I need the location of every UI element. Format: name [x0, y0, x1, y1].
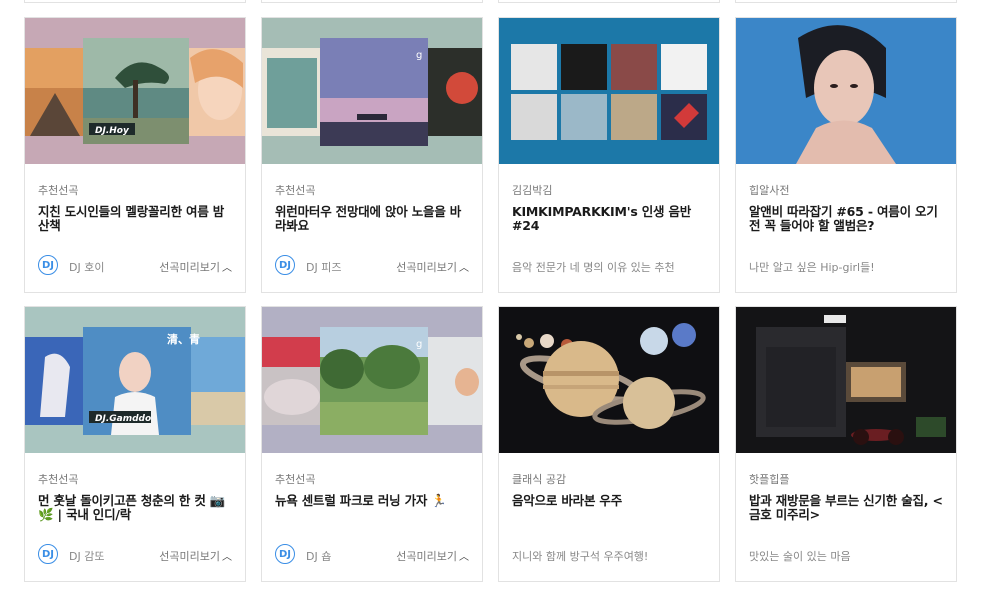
playlist-card[interactable]: DJ.Gamddo 清、青 추천선곡 먼 훗날 돌이키고픈 청춘의 한 컷 📷🌿…	[24, 306, 246, 582]
article-card[interactable]: 힙알사전 알앤비 따라잡기 #65 - 여름이 오기 전 꼭 들어야 할 앨범은…	[735, 17, 957, 293]
thumb-brand-mark: g	[416, 50, 422, 61]
card-title[interactable]: KIMKIMPARKKIM's 인생 음반 #24	[512, 205, 708, 233]
chevron-up-icon: ︿	[459, 263, 469, 274]
chevron-up-icon: ︿	[222, 552, 232, 563]
card-thumbnail[interactable]: DJ.Hoy	[25, 18, 245, 164]
preview-toggle-button[interactable]: 선곡미리보기 ︿	[159, 548, 232, 564]
prev-card-stub	[24, 0, 246, 3]
playlist-card[interactable]: g 추천선곡 위런마터우 전망대에 앉아 노을을 바라봐요 DJ DJ 피즈 선…	[261, 17, 483, 293]
playlist-card[interactable]: DJ.Hoy 추천선곡 지친 도시인들의 멜랑꼴리한 여름 밤 산책 DJ DJ…	[24, 17, 246, 293]
dj-avatar-icon: DJ	[38, 255, 58, 275]
card-thumbnail[interactable]: g	[262, 307, 482, 453]
thumb-cover-title: 清、青	[167, 332, 200, 346]
article-card[interactable]: 김김박김 KIMKIMPARKKIM's 인생 음반 #24 음악 전문가 네 …	[498, 17, 720, 293]
card-thumbnail[interactable]: g	[262, 18, 482, 164]
card-category: 추천선곡	[38, 473, 79, 486]
article-card[interactable]: 클래식 공감 음악으로 바라본 우주 지니와 함께 방구석 우주여행!	[498, 306, 720, 582]
card-title[interactable]: 위런마터우 전망대에 앉아 노을을 바라봐요	[275, 205, 471, 233]
article-card[interactable]: 핫플힙플 밥과 재방문을 부르는 신기한 술집, <금호 미주리> 맛있는 술이…	[735, 306, 957, 582]
prev-card-stub	[261, 0, 483, 3]
card-title[interactable]: 밥과 재방문을 부르는 신기한 술집, <금호 미주리>	[749, 494, 945, 522]
dj-avatar-icon: DJ	[275, 255, 295, 275]
preview-toggle-button[interactable]: 선곡미리보기 ︿	[159, 259, 232, 275]
preview-toggle-button[interactable]: 선곡미리보기 ︿	[396, 259, 469, 275]
card-title[interactable]: 음악으로 바라본 우주	[512, 494, 708, 508]
thumb-dj-label: DJ.Hoy	[95, 126, 130, 136]
card-description: 음악 전문가 네 명의 이유 있는 추천	[512, 261, 675, 274]
card-thumbnail[interactable]	[736, 307, 956, 453]
card-category: 추천선곡	[275, 473, 316, 486]
prev-card-stub	[735, 0, 957, 3]
card-description: 맛있는 술이 있는 마음	[749, 550, 851, 563]
dj-avatar-icon: DJ	[38, 544, 58, 564]
card-category: 클래식 공감	[512, 473, 567, 486]
chevron-up-icon: ︿	[222, 263, 232, 274]
card-title[interactable]: 지친 도시인들의 멜랑꼴리한 여름 밤 산책	[38, 205, 234, 233]
card-thumbnail[interactable]	[736, 18, 956, 164]
playlist-card[interactable]: g 추천선곡 뉴욕 센트럴 파크로 러닝 가자 🏃 DJ DJ 숍 선곡미리보기…	[261, 306, 483, 582]
card-thumbnail[interactable]	[499, 18, 719, 164]
card-description: 나만 알고 싶은 Hip-girl들!	[749, 261, 875, 274]
card-thumbnail[interactable]	[499, 307, 719, 453]
card-category: 추천선곡	[275, 184, 316, 197]
dj-avatar-icon: DJ	[275, 544, 295, 564]
thumb-dj-label: DJ.Gamddo	[95, 414, 151, 424]
card-title[interactable]: 먼 훗날 돌이키고픈 청춘의 한 컷 📷🌿 | 국내 인디/락	[38, 494, 234, 522]
thumb-brand-mark: g	[416, 339, 422, 350]
card-thumbnail[interactable]: DJ.Gamddo 清、青	[25, 307, 245, 453]
card-category: 핫플힙플	[749, 473, 790, 486]
card-category: 김김박김	[512, 184, 553, 197]
preview-label: 선곡미리보기	[159, 261, 220, 274]
prev-card-stub	[498, 0, 720, 3]
dj-name: DJ 숍	[306, 550, 332, 563]
card-category: 힙알사전	[749, 184, 790, 197]
dj-name: DJ 감또	[69, 550, 105, 563]
chevron-up-icon: ︿	[459, 552, 469, 563]
card-category: 추천선곡	[38, 184, 79, 197]
preview-label: 선곡미리보기	[396, 261, 457, 274]
dj-name: DJ 피즈	[306, 261, 342, 274]
preview-label: 선곡미리보기	[396, 550, 457, 563]
card-title[interactable]: 뉴욕 센트럴 파크로 러닝 가자 🏃	[275, 494, 471, 508]
preview-label: 선곡미리보기	[159, 550, 220, 563]
preview-toggle-button[interactable]: 선곡미리보기 ︿	[396, 548, 469, 564]
card-title[interactable]: 알앤비 따라잡기 #65 - 여름이 오기 전 꼭 들어야 할 앨범은?	[749, 205, 945, 233]
card-description: 지니와 함께 방구석 우주여행!	[512, 550, 649, 563]
dj-name: DJ 호이	[69, 261, 105, 274]
